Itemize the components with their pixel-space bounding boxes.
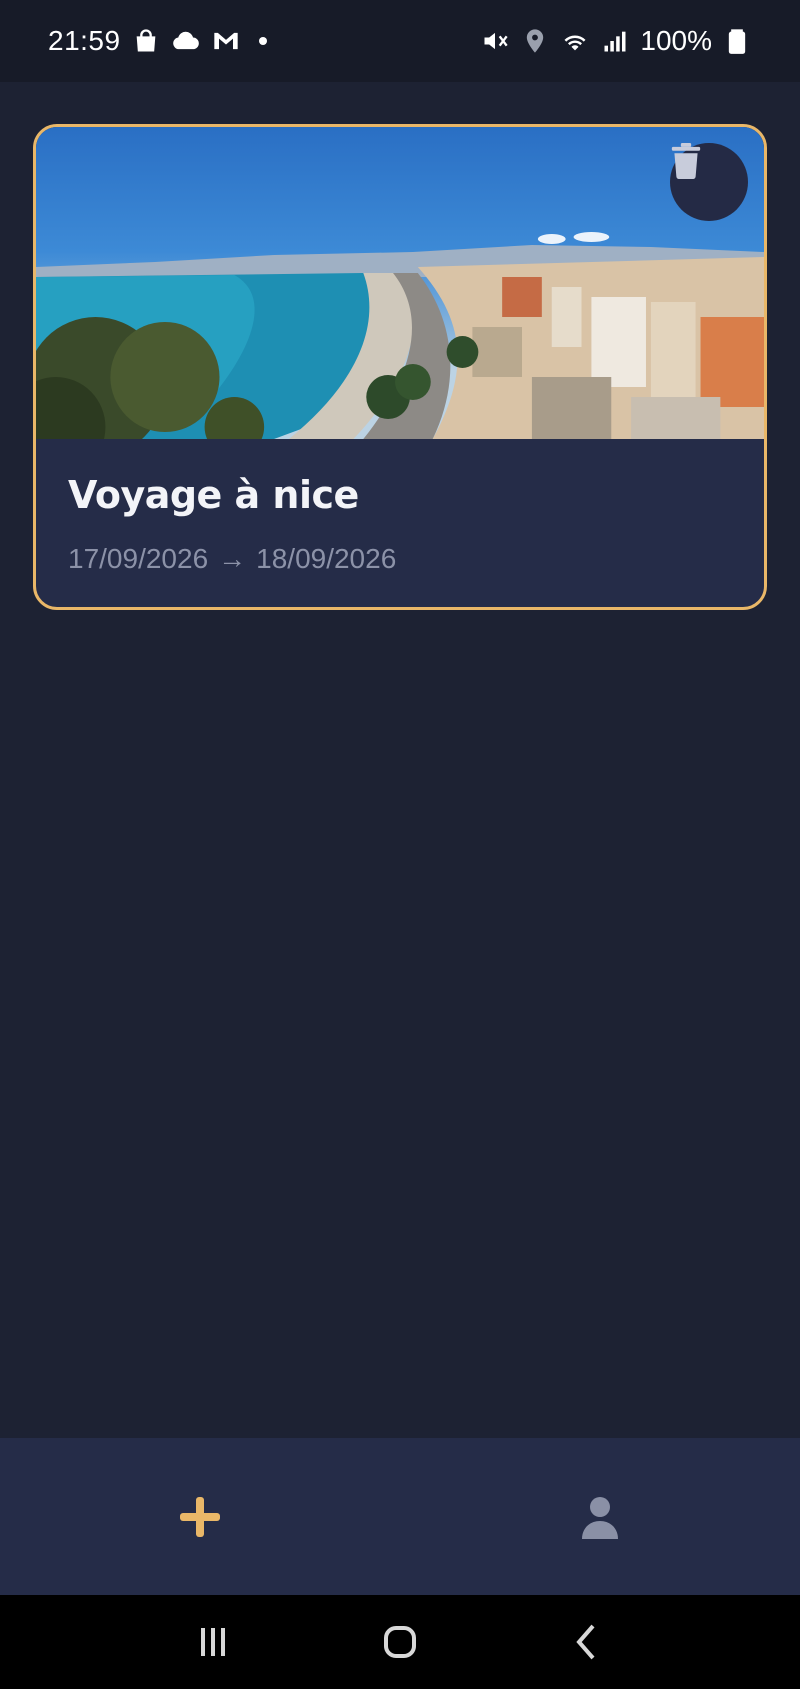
mute-icon — [480, 26, 510, 56]
system-navigation-bar — [0, 1595, 800, 1689]
delete-trip-button[interactable] — [670, 143, 748, 221]
home-button[interactable] — [360, 1612, 440, 1672]
bottom-navigation — [0, 1438, 800, 1595]
gmail-icon — [211, 26, 241, 56]
battery-level: 100% — [640, 25, 712, 56]
trip-card[interactable]: Voyage à nice 17/09/2026 → 18/09/2026 — [33, 124, 767, 610]
status-bar: 21:59 100% — [0, 0, 800, 82]
trip-end-date: 18/09/2026 — [256, 543, 397, 574]
wifi-icon — [560, 26, 590, 56]
trip-dates: 17/09/2026 → 18/09/2026 — [68, 543, 732, 575]
back-icon — [575, 1624, 595, 1660]
trip-list: Voyage à nice 17/09/2026 → 18/09/2026 — [0, 82, 800, 1438]
dot-icon — [258, 37, 267, 45]
back-button[interactable] — [547, 1612, 627, 1672]
recent-apps-icon — [201, 1628, 226, 1656]
signal-icon — [600, 26, 630, 56]
add-icon — [180, 1496, 220, 1537]
status-left: 21:59 — [48, 25, 267, 57]
profile-button[interactable] — [540, 1467, 660, 1567]
trip-start-date: 17/09/2026 — [68, 543, 209, 574]
home-icon — [383, 1626, 416, 1658]
shopping-bag-icon — [131, 26, 161, 56]
recent-apps-button[interactable] — [173, 1612, 253, 1672]
trash-icon — [671, 143, 701, 179]
trip-cover-image — [36, 127, 764, 439]
location-icon — [520, 26, 550, 56]
battery-icon — [722, 26, 752, 56]
add-trip-button[interactable] — [140, 1467, 260, 1567]
nice-coastline-illustration — [36, 232, 764, 439]
profile-icon — [582, 1496, 618, 1539]
date-arrow: → — [218, 543, 247, 574]
trip-title: Voyage à nice — [68, 473, 359, 517]
status-time: 21:59 — [48, 25, 121, 56]
trip-info: Voyage à nice 17/09/2026 → 18/09/2026 — [36, 439, 764, 575]
status-right: 100% — [480, 25, 752, 57]
cloud-icon — [171, 26, 201, 56]
